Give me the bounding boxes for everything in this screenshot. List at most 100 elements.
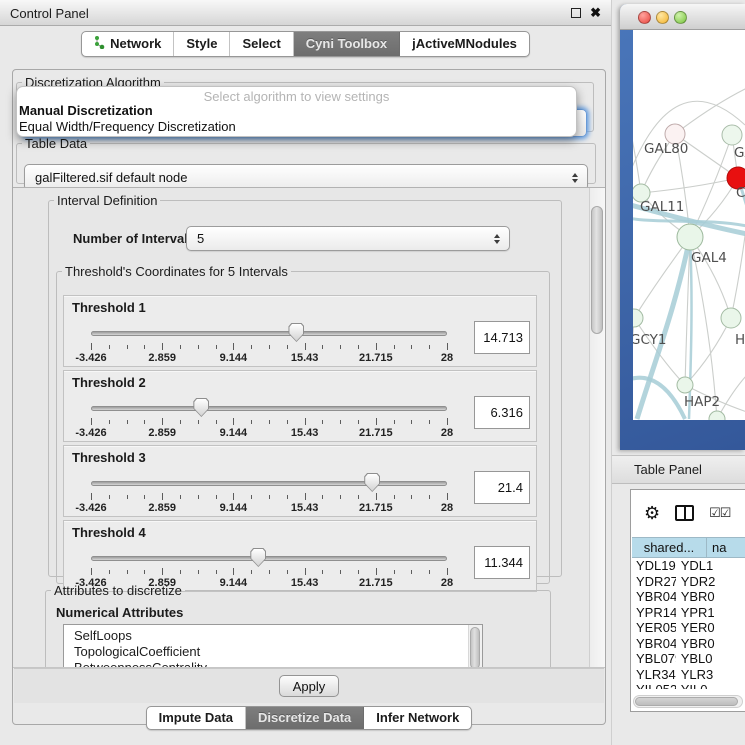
threshold-value-field[interactable]: [474, 546, 530, 579]
tab-impute-data[interactable]: Impute Data: [147, 707, 246, 729]
network-node-label[interactable]: GAL11: [640, 199, 684, 215]
network-edge[interactable]: [633, 125, 641, 193]
table-cell[interactable]: YDL1: [676, 558, 745, 573]
table-cell[interactable]: YER054C: [632, 620, 676, 635]
table-row[interactable]: YDL19...YDL1: [632, 558, 745, 574]
network-node-label[interactable]: H: [735, 332, 745, 348]
network-node[interactable]: [709, 411, 725, 420]
slider-track[interactable]: [91, 481, 447, 486]
tab-label: Impute Data: [159, 710, 233, 725]
slider-thumb[interactable]: [364, 473, 380, 492]
popup-item-manual-discretization[interactable]: Manual Discretization: [17, 103, 576, 119]
close-traffic-light-icon[interactable]: [638, 11, 651, 24]
network-node-label[interactable]: GAL4: [691, 250, 727, 266]
table-row[interactable]: YIL052CYIL0: [632, 682, 745, 689]
list-item[interactable]: TopologicalCoefficient: [74, 644, 482, 660]
slider-track[interactable]: [91, 556, 447, 561]
tab-style[interactable]: Style: [174, 32, 230, 56]
threshold-title: Threshold 2: [72, 375, 146, 390]
network-node-label[interactable]: GA: [734, 145, 745, 161]
table-cell[interactable]: YIL0: [676, 682, 745, 689]
zoom-traffic-light-icon[interactable]: [674, 11, 687, 24]
table-cell[interactable]: YLR3: [676, 667, 745, 682]
table-row[interactable]: YBR045CYBR0: [632, 636, 745, 652]
network-edge[interactable]: [641, 178, 738, 193]
slider-thumb[interactable]: [288, 323, 304, 342]
network-canvas[interactable]: GAL80 GA C GAL11 GAL4 GCY1 H HAP2: [633, 30, 745, 420]
table-cell[interactable]: YDR27...: [632, 574, 676, 589]
table-row[interactable]: YER054CYER0: [632, 620, 745, 636]
gear-icon[interactable]: ⚙: [644, 504, 660, 522]
network-node[interactable]: [633, 309, 643, 327]
table-cell[interactable]: YBR043C: [632, 589, 676, 604]
tab-jactivemnodules[interactable]: jActiveMNodules: [400, 32, 529, 56]
list-item[interactable]: BetweennessCentrality: [74, 660, 482, 668]
apply-button[interactable]: Apply: [279, 675, 339, 697]
network-node-label[interactable]: C: [736, 185, 745, 201]
table-row[interactable]: YPR145WYPR1: [632, 605, 745, 621]
float-icon[interactable]: [571, 8, 581, 18]
popup-item-equal-width-frequency[interactable]: Equal Width/Frequency Discretization: [17, 119, 576, 135]
minimize-traffic-light-icon[interactable]: [656, 11, 669, 24]
list-scrollbar[interactable]: [468, 625, 482, 668]
network-node-label[interactable]: GAL80: [644, 141, 688, 157]
threshold-slider[interactable]: -3.4262.8599.14415.4321.71528: [91, 472, 447, 516]
slider-thumb[interactable]: [250, 548, 266, 567]
table-cell[interactable]: YDL19...: [632, 558, 676, 573]
table-data-group: Table Data galFiltered.sif default node: [16, 136, 596, 184]
table-cell[interactable]: YBR0: [676, 589, 745, 604]
table-row[interactable]: YLR345WYLR3: [632, 667, 745, 683]
slider-track[interactable]: [91, 406, 447, 411]
threshold-value-field[interactable]: [474, 321, 530, 354]
table-cell[interactable]: YPR145W: [632, 605, 676, 620]
table-cell[interactable]: YLR345W: [632, 667, 676, 682]
network-node[interactable]: [677, 224, 703, 250]
tab-infer-network[interactable]: Infer Network: [364, 707, 471, 729]
list-scrollbar-thumb[interactable]: [470, 627, 480, 668]
network-node-label[interactable]: GCY1: [633, 332, 667, 348]
column-header-name[interactable]: na: [707, 537, 745, 558]
table-cell[interactable]: YER0: [676, 620, 745, 635]
threshold-value-field[interactable]: [474, 471, 530, 504]
slider-thumb[interactable]: [193, 398, 209, 417]
network-node[interactable]: [722, 125, 742, 145]
vertical-scrollbar-thumb[interactable]: [591, 206, 603, 334]
column-header-shared-name[interactable]: shared...: [632, 537, 707, 558]
close-icon[interactable]: ✖: [590, 7, 601, 18]
num-intervals-combo[interactable]: 5: [186, 226, 510, 251]
table-cell[interactable]: YBR045C: [632, 636, 676, 651]
network-node[interactable]: [677, 377, 693, 393]
tab-select[interactable]: Select: [230, 32, 293, 56]
tick-mark: [429, 345, 430, 349]
attributes-group: Attributes to discretize Numerical Attri…: [45, 583, 551, 668]
threshold-slider[interactable]: -3.4262.8599.14415.4321.71528: [91, 322, 447, 366]
table-row[interactable]: YBL079WYBL0: [632, 651, 745, 667]
table-cell[interactable]: YBR0: [676, 636, 745, 651]
horizontal-scrollbar-thumb[interactable]: [635, 697, 738, 706]
network-node[interactable]: [721, 308, 741, 328]
table-cell[interactable]: YBL0: [676, 651, 745, 666]
tab-network[interactable]: Network: [82, 32, 174, 56]
table-cell[interactable]: YPR1: [676, 605, 745, 620]
network-window-titlebar[interactable]: [620, 4, 745, 30]
slider-track[interactable]: [91, 331, 447, 336]
table-row[interactable]: YBR043CYBR0: [632, 589, 745, 605]
threshold-slider[interactable]: -3.4262.8599.14415.4321.71528: [91, 397, 447, 441]
network-edge[interactable]: [633, 318, 634, 395]
list-item[interactable]: SelfLoops: [74, 628, 482, 644]
tick-mark: [180, 420, 181, 424]
table-row[interactable]: YDR27...YDR2: [632, 574, 745, 590]
tick-mark: [91, 418, 92, 425]
select-columns-checkboxes-icon[interactable]: ☑☑: [709, 505, 730, 521]
table-cell[interactable]: YDR2: [676, 574, 745, 589]
tab-discretize-data[interactable]: Discretize Data: [246, 707, 364, 729]
horizontal-scrollbar[interactable]: [633, 695, 743, 708]
table-cell[interactable]: YBL079W: [632, 651, 676, 666]
columns-icon[interactable]: [675, 505, 694, 521]
network-node-label[interactable]: HAP2: [684, 394, 720, 410]
table-cell[interactable]: YIL052C: [632, 682, 676, 689]
vertical-scrollbar[interactable]: [589, 188, 605, 667]
tab-cyni-toolbox[interactable]: Cyni Toolbox: [294, 32, 400, 56]
numerical-attributes-list[interactable]: SelfLoopsTopologicalCoefficientBetweenne…: [63, 624, 483, 668]
threshold-value-field[interactable]: [474, 396, 530, 429]
